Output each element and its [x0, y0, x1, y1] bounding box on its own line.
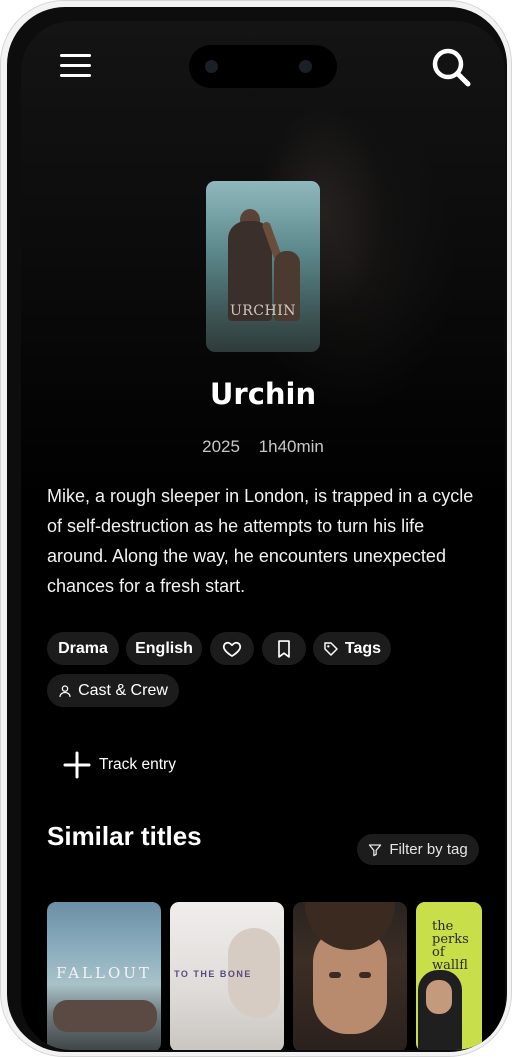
person-icon [59, 684, 71, 697]
like-button[interactable] [210, 632, 254, 665]
movie-title: Urchin [209, 377, 317, 411]
poster-title-text: URCHIN [229, 303, 297, 319]
heart-icon [222, 641, 242, 657]
language-chip[interactable]: English [126, 632, 202, 665]
device-frame: URCHIN Urchin 2025 1h40min Mike, a rough… [0, 0, 512, 1057]
genre-chip[interactable]: Drama [47, 632, 119, 665]
similar-title-card[interactable]: FALLOUT [47, 902, 161, 1050]
camera-icon [299, 60, 312, 73]
device-bezel: URCHIN Urchin 2025 1h40min Mike, a rough… [7, 7, 507, 1052]
filter-by-tag-label: Filter by tag [389, 841, 468, 858]
card-poster-text: FALLOUT [56, 964, 152, 982]
tags-label: Tags [344, 639, 382, 657]
synopsis: Mike, a rough sleeper in London, is trap… [47, 486, 474, 596]
genre-label: Drama [58, 639, 108, 657]
similar-title-card[interactable]: TO THE BONE [170, 902, 284, 1050]
card-poster-text: the perks of wallfl [432, 919, 469, 973]
similar-titles-heading: Similar titles [47, 821, 202, 851]
sensor-icon [205, 60, 218, 73]
cast-crew-button[interactable]: Cast & Crew [47, 674, 179, 707]
filter-by-tag-button[interactable]: Filter by tag [357, 834, 479, 865]
bookmark-button[interactable] [262, 632, 306, 665]
track-entry-button[interactable]: Track entry [63, 749, 176, 781]
tag-icon [324, 641, 338, 656]
runtime: 1h40min [258, 437, 324, 456]
card-poster-text: TO THE BONE [174, 969, 252, 979]
search-icon [432, 48, 471, 87]
language-label: English [135, 639, 193, 657]
movie-poster: URCHIN [206, 181, 320, 352]
dynamic-island [189, 45, 337, 88]
similar-title-card[interactable]: the perks of wallfl [416, 902, 482, 1050]
release-year: 2025 [202, 437, 240, 456]
similar-title-card[interactable] [293, 902, 407, 1050]
cast-crew-label: Cast & Crew [78, 681, 168, 699]
movie-meta: 2025 1h40min [21, 437, 505, 457]
bookmark-icon [278, 639, 290, 658]
search-button[interactable] [429, 45, 473, 89]
filter-icon [369, 843, 382, 856]
plus-icon [63, 751, 91, 779]
tags-button[interactable]: Tags [313, 632, 391, 665]
menu-button[interactable] [59, 51, 93, 79]
track-entry-label: Track entry [99, 756, 176, 773]
app-screen: URCHIN Urchin 2025 1h40min Mike, a rough… [21, 21, 505, 1050]
